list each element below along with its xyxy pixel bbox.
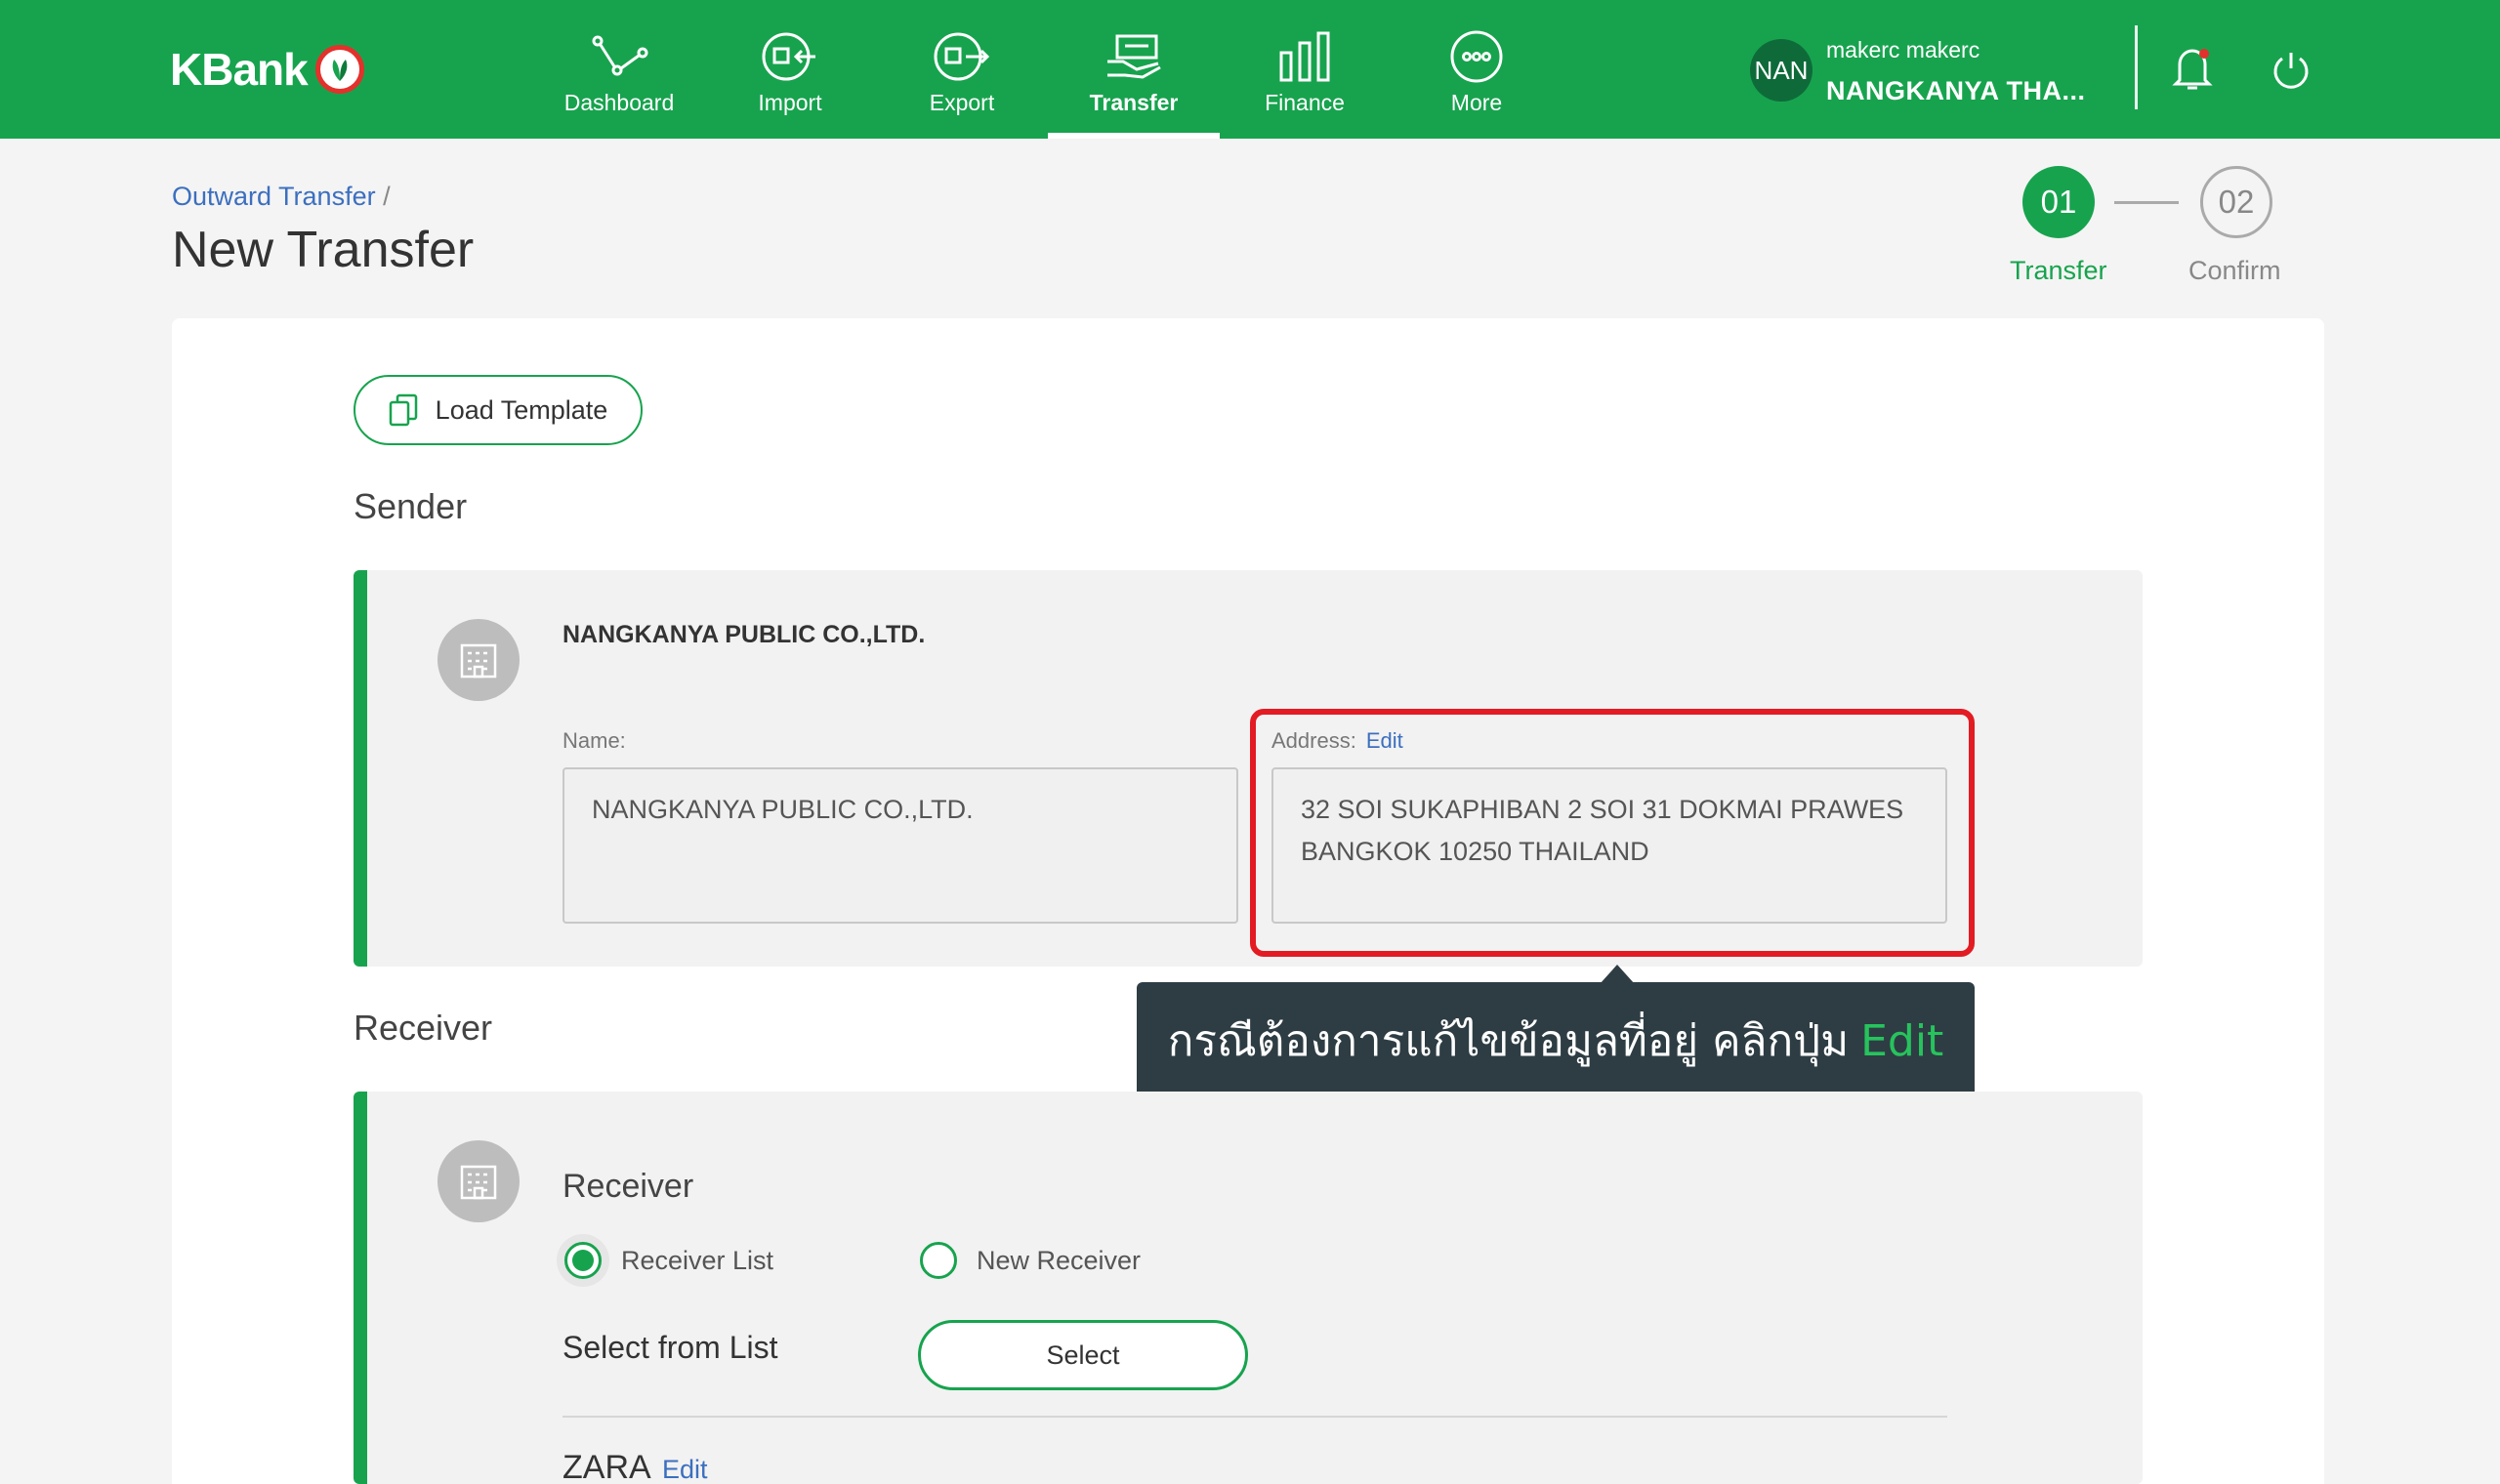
nav-label: Dashboard bbox=[563, 90, 675, 115]
receiver-divider bbox=[562, 1416, 1947, 1418]
tooltip-arrow bbox=[1600, 965, 1635, 984]
transfer-icon bbox=[1103, 27, 1165, 86]
kbank-logo[interactable]: KBank bbox=[170, 43, 364, 96]
radio-new-receiver[interactable]: New Receiver bbox=[920, 1242, 1141, 1279]
more-icon bbox=[1445, 27, 1508, 86]
dashboard-icon bbox=[588, 27, 650, 86]
kbank-leaf-icon bbox=[314, 45, 364, 94]
user-name: makerc makerc bbox=[1826, 37, 1980, 62]
edit-address-tooltip: กรณีต้องการแก้ไขข้อมูลที่อยู่ คลิกปุ่ม Ed… bbox=[1137, 982, 1975, 1099]
power-icon[interactable] bbox=[2268, 47, 2314, 94]
step-connector bbox=[2114, 201, 2179, 204]
radio-label: Receiver List bbox=[621, 1245, 774, 1275]
sender-section-title: Sender bbox=[354, 486, 468, 526]
select-receiver-button[interactable]: Select bbox=[918, 1320, 1248, 1390]
load-template-label: Load Template bbox=[435, 394, 608, 425]
nav-label: Finance bbox=[1265, 90, 1345, 115]
breadcrumb-outward-transfer[interactable]: Outward Transfer bbox=[172, 182, 376, 211]
import-icon bbox=[759, 27, 821, 86]
sender-name-value: NANGKANYA PUBLIC CO.,LTD. bbox=[592, 795, 974, 824]
load-template-button[interactable]: Load Template bbox=[354, 375, 643, 445]
step-1-circle: 01 bbox=[2022, 166, 2095, 238]
radio-receiver-list[interactable]: Receiver List bbox=[564, 1242, 773, 1279]
nav-finance[interactable]: Finance bbox=[1219, 0, 1391, 139]
radio-label: New Receiver bbox=[977, 1245, 1142, 1275]
receiver-edit-link[interactable]: Edit bbox=[662, 1455, 708, 1484]
selected-receiver-name: ZARA bbox=[562, 1449, 651, 1484]
radio-checked-icon bbox=[564, 1242, 602, 1279]
nav-label: Import bbox=[758, 90, 822, 115]
nav-dashboard[interactable]: Dashboard bbox=[533, 0, 705, 139]
building-icon bbox=[438, 1140, 520, 1222]
tooltip-text: กรณีต้องการแก้ไขข้อมูลที่อยู่ คลิกปุ่ม bbox=[1167, 1016, 1850, 1066]
sender-company-name: NANGKANYA PUBLIC CO.,LTD. bbox=[562, 621, 926, 648]
user-company[interactable]: NANGKANYA THA... bbox=[1826, 76, 2086, 106]
nav-label: More bbox=[1450, 90, 1503, 115]
tooltip-highlight: Edit bbox=[1860, 1015, 1944, 1066]
select-from-list-label: Select from List bbox=[562, 1330, 778, 1365]
breadcrumb-separator: / bbox=[383, 182, 391, 211]
bell-icon[interactable] bbox=[2168, 43, 2217, 94]
nav-import[interactable]: Import bbox=[704, 0, 876, 139]
nav-more[interactable]: More bbox=[1391, 0, 1562, 139]
notification-badge bbox=[2199, 49, 2209, 59]
copy-icon bbox=[389, 393, 417, 427]
page-title: New Transfer bbox=[172, 222, 475, 278]
name-field-label: Name: bbox=[562, 728, 626, 754]
top-navigation-bar: KBank Dashboard Import Export Transfer F… bbox=[0, 0, 2500, 139]
brand-name: KBank bbox=[170, 44, 309, 95]
building-icon bbox=[438, 619, 520, 701]
step-2-label: Confirm bbox=[2188, 256, 2281, 285]
sender-name-field[interactable]: NANGKANYA PUBLIC CO.,LTD. bbox=[562, 767, 1238, 924]
step-1-label: Transfer bbox=[2010, 256, 2107, 285]
finance-icon bbox=[1273, 27, 1336, 86]
header-divider bbox=[2135, 25, 2138, 109]
breadcrumb: Outward Transfer / bbox=[172, 182, 391, 212]
name-label: Name: bbox=[562, 728, 626, 753]
nav-label: Transfer bbox=[1089, 90, 1179, 115]
export-icon bbox=[931, 27, 993, 86]
receiver-heading: Receiver bbox=[562, 1168, 694, 1205]
receiver-panel bbox=[354, 1092, 2143, 1484]
nav-label: Export bbox=[929, 90, 995, 115]
radio-unchecked-icon bbox=[920, 1242, 957, 1279]
user-avatar[interactable]: NAN bbox=[1750, 39, 1812, 102]
nav-export[interactable]: Export bbox=[876, 0, 1048, 139]
address-highlight-box bbox=[1250, 709, 1975, 957]
receiver-section-title: Receiver bbox=[354, 1008, 493, 1048]
nav-transfer[interactable]: Transfer bbox=[1048, 0, 1220, 139]
step-2-circle: 02 bbox=[2200, 166, 2272, 238]
